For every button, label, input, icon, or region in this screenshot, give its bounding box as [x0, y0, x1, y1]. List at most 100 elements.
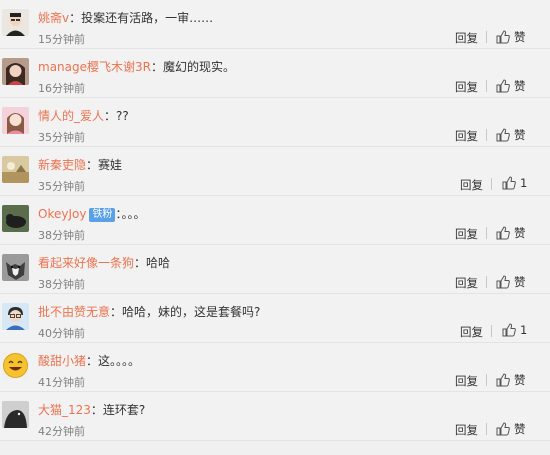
divider: [491, 325, 492, 337]
timestamp: 38分钟前: [38, 229, 85, 242]
like-count: 1: [520, 323, 528, 337]
avatar[interactable]: [2, 107, 29, 134]
like-label: 赞: [514, 128, 526, 142]
comment-text: 。。。: [121, 207, 146, 221]
avatar[interactable]: [2, 9, 29, 36]
reply-button[interactable]: 回复: [455, 226, 478, 242]
like-button[interactable]: 赞: [496, 78, 526, 94]
timestamp: 35分钟前: [38, 131, 85, 144]
comment-line: 酸甜小猪：这。。。。: [38, 352, 140, 369]
like-button[interactable]: 赞: [496, 372, 526, 388]
divider: [486, 227, 487, 239]
comment-text: 魔幻的现实。: [163, 60, 236, 74]
comment-text: 这。。。。: [98, 354, 141, 368]
thumbs-up-icon: [502, 176, 516, 190]
like-button[interactable]: 赞: [496, 225, 526, 241]
username-link[interactable]: OkeyJoy: [38, 207, 86, 221]
comment-line: 新秦吏隐：赛娃: [38, 156, 122, 173]
comment-text: 哈哈: [146, 256, 171, 270]
like-label: 赞: [514, 226, 526, 240]
separator: ：: [150, 60, 163, 74]
comment-text: 赛娃: [98, 158, 123, 172]
username-link[interactable]: 情人的_爱人: [38, 109, 104, 123]
reply-button[interactable]: 回复: [455, 275, 478, 291]
reply-button[interactable]: 回复: [455, 373, 478, 389]
like-label: 赞: [514, 30, 526, 44]
reply-button[interactable]: 回复: [460, 177, 483, 193]
username-link[interactable]: manage樱飞木谢3R: [38, 60, 151, 74]
timestamp: 38分钟前: [38, 278, 85, 291]
thumbs-up-icon: [496, 373, 510, 387]
divider: [486, 31, 487, 43]
divider: [491, 178, 492, 190]
comment-line: manage樱飞木谢3R：魔幻的现实。: [38, 58, 235, 75]
comment-item: 新秦吏隐：赛娃 35分钟前 回复 1: [0, 147, 550, 196]
avatar[interactable]: [2, 205, 29, 232]
thumbs-up-icon: [496, 30, 510, 44]
like-button[interactable]: 赞: [496, 274, 526, 290]
comment-text: ??: [116, 109, 129, 123]
avatar[interactable]: [2, 254, 29, 281]
avatar[interactable]: [2, 303, 29, 330]
like-count: 1: [520, 176, 528, 190]
comment-item: manage樱飞木谢3R：魔幻的现实。 16分钟前 回复 赞: [0, 49, 550, 98]
comment-text: 投案还有活路，一审……: [81, 11, 214, 25]
separator: ：: [134, 256, 147, 270]
comment-line: 批不由赞无意：哈哈，妹的，这是套餐吗?: [38, 303, 260, 320]
reply-button[interactable]: 回复: [455, 79, 478, 95]
like-button[interactable]: 赞: [496, 127, 526, 143]
like-button[interactable]: 1: [502, 323, 527, 337]
separator: ：: [69, 11, 82, 25]
thumbs-up-icon: [502, 323, 516, 337]
timestamp: 35分钟前: [38, 180, 85, 193]
comment-item: 批不由赞无意：哈哈，妹的，这是套餐吗? 40分钟前 回复 1: [0, 294, 550, 343]
avatar[interactable]: [2, 156, 29, 183]
reply-button[interactable]: 回复: [455, 128, 478, 144]
like-button[interactable]: 赞: [496, 29, 526, 45]
like-button[interactable]: 赞: [496, 421, 526, 437]
reply-button[interactable]: 回复: [455, 422, 478, 438]
separator: ：: [104, 109, 117, 123]
username-link[interactable]: 看起来好像一条狗: [38, 256, 134, 270]
comment-line: 情人的_爱人：??: [38, 107, 129, 124]
comment-item: 姚斋v：投案还有活路，一审…… 15分钟前 回复 赞: [0, 0, 550, 49]
username-link[interactable]: 姚斋v: [38, 11, 69, 25]
username-link[interactable]: 批不由赞无意: [38, 305, 110, 319]
comment-list: 姚斋v：投案还有活路，一审…… 15分钟前 回复 赞 manage樱飞木谢3R：…: [0, 0, 550, 455]
username-link[interactable]: 酸甜小猪: [38, 354, 86, 368]
avatar[interactable]: [2, 401, 29, 428]
divider: [486, 374, 487, 386]
comment-item: 看起来好像一条狗：哈哈 38分钟前 回复 赞: [0, 245, 550, 294]
timestamp: 15分钟前: [38, 33, 85, 46]
divider: [486, 80, 487, 92]
thumbs-up-icon: [496, 128, 510, 142]
comment-item: OkeyJoy 铁粉：。。。 38分钟前 回复 赞: [0, 196, 550, 245]
comment-line: 看起来好像一条狗：哈哈: [38, 254, 170, 271]
divider: [486, 129, 487, 141]
comment-line: 大猫_123：连环套?: [38, 401, 145, 418]
comment-item: 情人的_爱人：?? 35分钟前 回复 赞: [0, 98, 550, 147]
timestamp: 42分钟前: [38, 425, 85, 438]
username-link[interactable]: 大猫_123: [38, 403, 91, 417]
comment-item: 大猫_123：连环套? 42分钟前 回复 赞: [0, 392, 550, 441]
comment-line: 姚斋v：投案还有活路，一审……: [38, 9, 213, 26]
reply-button[interactable]: 回复: [455, 30, 478, 46]
comment-line: OkeyJoy 铁粉：。。。: [38, 205, 145, 222]
like-label: 赞: [514, 422, 526, 436]
timestamp: 16分钟前: [38, 82, 85, 95]
like-label: 赞: [514, 275, 526, 289]
divider: [486, 423, 487, 435]
avatar[interactable]: [2, 352, 29, 379]
separator: ：: [110, 305, 123, 319]
comment-text: 连环套?: [102, 403, 146, 417]
username-link[interactable]: 新秦吏隐: [38, 158, 86, 172]
separator: ：: [86, 158, 99, 172]
reply-button[interactable]: 回复: [460, 324, 483, 340]
thumbs-up-icon: [496, 422, 510, 436]
timestamp: 41分钟前: [38, 376, 85, 389]
like-button[interactable]: 1: [502, 176, 527, 190]
like-label: 赞: [514, 373, 526, 387]
fan-badge[interactable]: 铁粉: [89, 208, 116, 222]
avatar[interactable]: [2, 58, 29, 85]
thumbs-up-icon: [496, 79, 510, 93]
